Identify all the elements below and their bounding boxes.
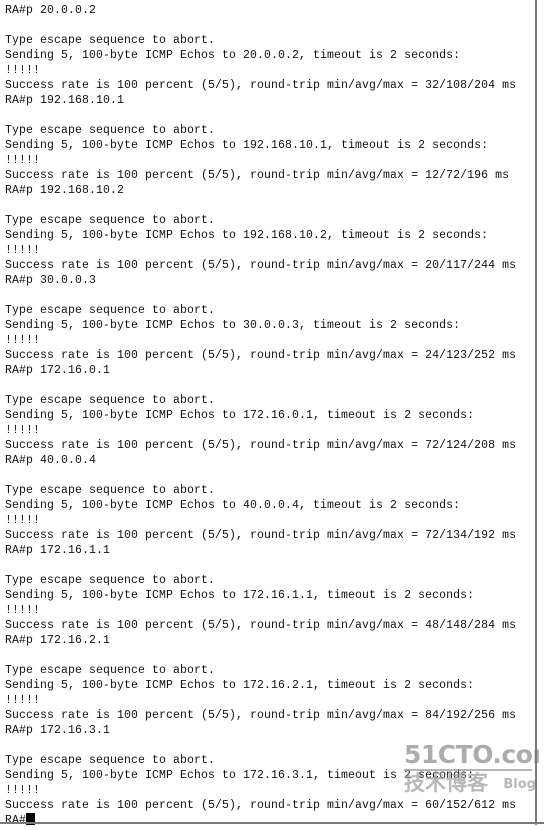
console-line: RA#p 20.0.0.2 [5, 4, 97, 17]
console-line: Sending 5, 100-byte ICMP Echos to 20.0.0… [5, 49, 461, 62]
console-line: Success rate is 100 percent (5/5), round… [5, 709, 517, 722]
console-line: Sending 5, 100-byte ICMP Echos to 192.16… [5, 229, 489, 242]
console-line: Type escape sequence to abort. [5, 484, 216, 497]
console-line: RA#p 172.16.2.1 [5, 634, 111, 647]
console-line: Type escape sequence to abort. [5, 34, 216, 47]
console-line: !!!!! [5, 694, 41, 707]
console-line: Sending 5, 100-byte ICMP Echos to 40.0.0… [5, 499, 461, 512]
console-line: Type escape sequence to abort. [5, 394, 216, 407]
console-line: !!!!! [5, 154, 41, 167]
window-bottom-border [0, 822, 544, 824]
console-line: Type escape sequence to abort. [5, 574, 216, 587]
console-line: Success rate is 100 percent (5/5), round… [5, 619, 517, 632]
console-output[interactable]: RA#p 20.0.0.2 Type escape sequence to ab… [5, 3, 517, 828]
console-line: Success rate is 100 percent (5/5), round… [5, 439, 517, 452]
console-line: !!!!! [5, 64, 41, 77]
console-line: Sending 5, 100-byte ICMP Echos to 172.16… [5, 769, 475, 782]
console-line: RA#p 30.0.0.3 [5, 274, 97, 287]
console-line: Success rate is 100 percent (5/5), round… [5, 169, 510, 182]
console-line: Success rate is 100 percent (5/5), round… [5, 529, 517, 542]
console-line: Success rate is 100 percent (5/5), round… [5, 349, 517, 362]
console-line: Success rate is 100 percent (5/5), round… [5, 79, 517, 92]
console-line: !!!!! [5, 334, 41, 347]
window-right-margin [539, 0, 544, 830]
console-line: Sending 5, 100-byte ICMP Echos to 172.16… [5, 679, 475, 692]
window-bottom-margin [0, 825, 544, 830]
console-line: RA#p 192.168.10.2 [5, 184, 125, 197]
console-line: RA#p 40.0.0.4 [5, 454, 97, 467]
console-line: RA#p 172.16.3.1 [5, 724, 111, 737]
console-line: Sending 5, 100-byte ICMP Echos to 192.16… [5, 139, 489, 152]
window-right-border [535, 0, 537, 830]
console-line: !!!!! [5, 784, 41, 797]
console-line: Type escape sequence to abort. [5, 664, 216, 677]
console-line: Sending 5, 100-byte ICMP Echos to 30.0.0… [5, 319, 461, 332]
console-line: Success rate is 100 percent (5/5), round… [5, 259, 517, 272]
console-line: RA#p 172.16.1.1 [5, 544, 111, 557]
console-line: RA#p 172.16.0.1 [5, 364, 111, 377]
console-line: Type escape sequence to abort. [5, 214, 216, 227]
console-line: !!!!! [5, 424, 41, 437]
console-line: Type escape sequence to abort. [5, 754, 216, 767]
console-line: !!!!! [5, 244, 41, 257]
console-line: !!!!! [5, 514, 41, 527]
console-line: Type escape sequence to abort. [5, 124, 216, 137]
console-line: !!!!! [5, 604, 41, 617]
console-line: Type escape sequence to abort. [5, 304, 216, 317]
terminal-window[interactable]: RA#p 20.0.0.2 Type escape sequence to ab… [0, 0, 544, 830]
console-line: Sending 5, 100-byte ICMP Echos to 172.16… [5, 589, 475, 602]
console-line: Success rate is 100 percent (5/5), round… [5, 799, 517, 812]
console-line: Sending 5, 100-byte ICMP Echos to 172.16… [5, 409, 475, 422]
console-line: RA#p 192.168.10.1 [5, 94, 125, 107]
